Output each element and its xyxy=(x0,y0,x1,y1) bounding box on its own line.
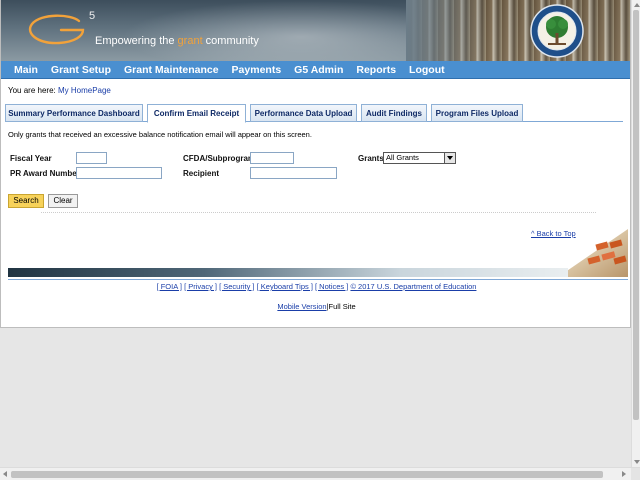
scroll-up-icon[interactable] xyxy=(634,3,640,7)
footer-link-copyright[interactable]: © 2017 U.S. Department of Education xyxy=(350,282,476,291)
fiscal-year-input[interactable] xyxy=(76,152,107,164)
nav-item-main[interactable]: Main xyxy=(14,64,38,76)
page: 5 Empowering the grant community Main Gr… xyxy=(0,0,631,328)
nav-item-grant-maintenance[interactable]: Grant Maintenance xyxy=(124,64,219,76)
classroom-desks-image xyxy=(558,229,628,277)
mobile-version-link[interactable]: Mobile Version xyxy=(277,302,326,311)
footer-rule xyxy=(8,279,628,280)
footer-link-privacy[interactable]: [ Privacy ] xyxy=(184,282,217,291)
footer-link-foia[interactable]: [ FOIA ] xyxy=(157,282,182,291)
recipient-label: Recipient xyxy=(183,169,220,178)
scroll-down-icon[interactable] xyxy=(634,460,640,464)
g5-logo-icon[interactable] xyxy=(27,12,89,46)
nav-item-logout[interactable]: Logout xyxy=(409,64,445,76)
pr-award-number-input[interactable] xyxy=(76,167,162,179)
recipient-input[interactable] xyxy=(250,167,337,179)
fiscal-year-label: Fiscal Year xyxy=(10,154,52,163)
cfda-subprogram-label: CFDA/Subprogram xyxy=(183,154,255,163)
scroll-right-icon[interactable] xyxy=(622,471,626,477)
full-site-label: Full Site xyxy=(328,302,356,311)
breadcrumb: You are here: My HomePage xyxy=(8,86,111,95)
header-banner: 5 Empowering the grant community xyxy=(1,0,630,61)
nav-item-payments[interactable]: Payments xyxy=(232,64,282,76)
chevron-down-icon[interactable] xyxy=(444,153,455,163)
clear-button[interactable]: Clear xyxy=(48,194,78,208)
vertical-scroll-thumb[interactable] xyxy=(633,10,639,420)
search-button[interactable]: Search xyxy=(8,194,44,208)
tab-summary-performance-dashboard[interactable]: Summary Performance Dashboard xyxy=(5,104,143,122)
grants-select-value: All Grants xyxy=(386,153,419,162)
footer-link-notices[interactable]: [ Notices ] xyxy=(315,282,348,291)
info-text: Only grants that received an excessive b… xyxy=(8,130,312,139)
horizontal-scrollbar[interactable] xyxy=(0,467,640,480)
horizontal-scroll-thumb[interactable] xyxy=(11,471,603,478)
main-nav: Main Grant Setup Grant Maintenance Payme… xyxy=(1,61,630,79)
nav-item-reports[interactable]: Reports xyxy=(356,64,396,76)
scroll-left-icon[interactable] xyxy=(3,471,7,477)
tab-program-files-upload[interactable]: Program Files Upload xyxy=(431,104,523,122)
grants-select[interactable]: All Grants xyxy=(383,152,456,164)
breadcrumb-link-homepage[interactable]: My HomePage xyxy=(58,86,111,95)
divider xyxy=(41,212,596,213)
pr-award-number-label: PR Award Number xyxy=(10,169,80,178)
site-version-links: Mobile Version|Full Site xyxy=(1,302,630,311)
tab-bar: Summary Performance Dashboard Confirm Em… xyxy=(5,104,623,123)
tab-confirm-email-receipt[interactable]: Confirm Email Receipt xyxy=(147,104,246,123)
vertical-scrollbar[interactable] xyxy=(631,0,640,467)
tagline: Empowering the grant community xyxy=(95,35,259,47)
footer-band-image xyxy=(8,268,568,277)
cfda-subprogram-input[interactable] xyxy=(250,152,294,164)
grants-label: Grants xyxy=(358,154,384,163)
footer-link-keyboard-tips[interactable]: [ Keyboard Tips ] xyxy=(257,282,313,291)
footer-link-security[interactable]: [ Security ] xyxy=(219,282,254,291)
footer-links: [ FOIA ] [ Privacy ] [ Security ] [ Keyb… xyxy=(1,282,630,291)
tab-audit-findings[interactable]: Audit Findings xyxy=(361,104,427,122)
tab-performance-data-upload[interactable]: Performance Data Upload xyxy=(250,104,357,122)
breadcrumb-prefix: You are here: xyxy=(8,86,58,95)
nav-item-grant-setup[interactable]: Grant Setup xyxy=(51,64,111,76)
department-of-education-seal-icon[interactable] xyxy=(529,3,585,59)
logo-superscript: 5 xyxy=(89,10,96,22)
nav-item-g5-admin[interactable]: G5 Admin xyxy=(294,64,343,76)
